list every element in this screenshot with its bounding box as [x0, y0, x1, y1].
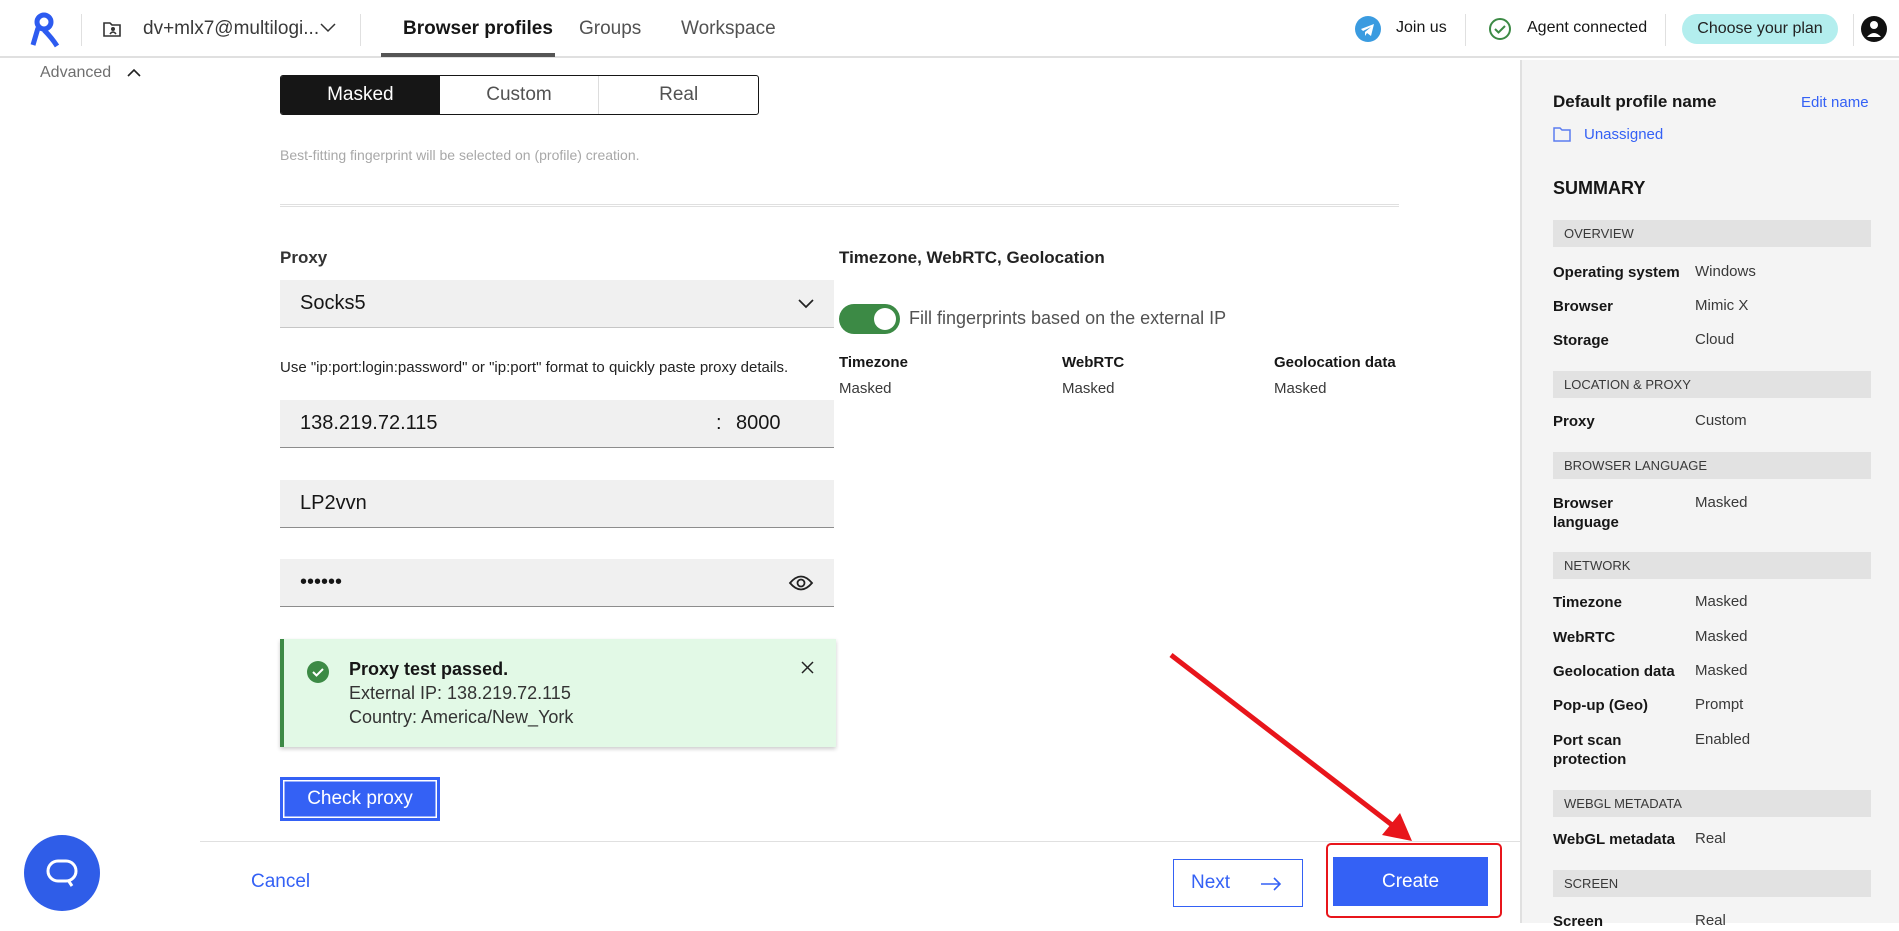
chevron-down-icon: [798, 298, 814, 308]
tab-browser-profiles[interactable]: Browser profiles: [403, 18, 553, 40]
geolocation-label: Geolocation data: [1274, 354, 1396, 371]
fingerprint-option-masked[interactable]: Masked: [281, 76, 440, 114]
section-overview: OVERVIEW: [1553, 220, 1871, 247]
cancel-button[interactable]: Cancel: [251, 871, 310, 893]
advanced-toggle[interactable]: Advanced: [40, 64, 111, 82]
proxy-login-value: LP2vvn: [300, 492, 367, 514]
browser-label: Browser: [1553, 298, 1614, 315]
folder-link[interactable]: Unassigned: [1584, 126, 1663, 143]
fingerprint-option-real[interactable]: Real: [598, 76, 758, 114]
section-webgl: WEBGL METADATA: [1553, 790, 1871, 817]
proxy-password-input[interactable]: ••••••: [280, 559, 834, 607]
fill-fingerprints-label: Fill fingerprints based on the external …: [909, 308, 1227, 328]
user-avatar-icon[interactable]: [1860, 15, 1888, 43]
os-value: Windows: [1695, 263, 1756, 280]
eye-icon[interactable]: [788, 574, 814, 592]
chevron-up-icon[interactable]: [127, 68, 141, 78]
top-nav: dv+mlx7@multilogi... Browser profiles Gr…: [0, 0, 1899, 58]
chat-bubble-icon: [46, 859, 78, 887]
proxy-type-select[interactable]: Socks5: [280, 280, 834, 328]
proxy-type-value: Socks5: [300, 292, 366, 314]
section-browser-language: BROWSER LANGUAGE: [1553, 452, 1871, 479]
geolocation-summary-label: Geolocation data: [1553, 663, 1675, 680]
webrtc-summary-value: Masked: [1695, 628, 1748, 645]
profile-name: Default profile name: [1553, 92, 1717, 111]
port-scan-label: Port scan protection: [1553, 732, 1627, 768]
tab-groups[interactable]: Groups: [579, 18, 641, 40]
edit-name-link[interactable]: Edit name: [1801, 94, 1869, 111]
storage-value: Cloud: [1695, 331, 1735, 348]
proxy-test-notification: Proxy test passed. External IP: 138.219.…: [280, 639, 836, 747]
folder-icon: [1553, 127, 1571, 142]
check-circle-icon: [1489, 18, 1511, 40]
section-location-proxy: LOCATION & PROXY: [1553, 371, 1871, 398]
language-label: Browser language: [1553, 495, 1619, 531]
country: Country: America/New_York: [349, 707, 574, 727]
external-ip: External IP: 138.219.72.115: [349, 683, 571, 703]
proxy-label: Proxy: [280, 248, 328, 267]
timezone-summary-label: Timezone: [1553, 594, 1622, 611]
success-icon: [307, 661, 329, 683]
join-us-link[interactable]: Join us: [1396, 19, 1447, 37]
tab-workspace[interactable]: Workspace: [681, 18, 776, 40]
active-tab-indicator: [381, 53, 555, 57]
proxy-summary-value: Custom: [1695, 412, 1747, 429]
telegram-icon[interactable]: [1355, 16, 1381, 42]
proxy-summary-label: Proxy: [1553, 413, 1595, 430]
proxy-port-input[interactable]: 8000: [736, 412, 781, 435]
fill-fingerprints-toggle[interactable]: [839, 304, 900, 334]
proxy-password-value: ••••••: [300, 571, 343, 593]
fingerprint-mode-switcher: Masked Custom Real: [280, 75, 759, 115]
webrtc-value: Masked: [1062, 380, 1115, 397]
summary-title: SUMMARY: [1553, 178, 1646, 198]
multilogin-logo-icon[interactable]: [30, 12, 60, 48]
browser-value: Mimic X: [1695, 297, 1749, 314]
webrtc-summary-label: WebRTC: [1553, 629, 1616, 646]
timezone-value: Masked: [839, 380, 892, 397]
section-screen: SCREEN: [1553, 870, 1871, 897]
screen-value: Real: [1695, 912, 1726, 929]
account-selector[interactable]: dv+mlx7@multilogi...: [143, 18, 319, 40]
language-value: Masked: [1695, 494, 1748, 511]
check-proxy-button[interactable]: Check proxy: [280, 777, 440, 821]
section-network: NETWORK: [1553, 552, 1871, 579]
chat-support-button[interactable]: [24, 835, 100, 911]
chevron-down-icon[interactable]: [320, 22, 336, 34]
summary-sidebar: Default profile name Edit name Unassigne…: [1520, 60, 1899, 930]
fingerprint-option-custom[interactable]: Custom: [440, 76, 599, 114]
webrtc-label: WebRTC: [1062, 354, 1125, 371]
folder-user-icon: [103, 22, 121, 37]
host-port-separator: :: [716, 412, 722, 434]
notification-title: Proxy test passed.: [349, 659, 509, 679]
port-scan-value: Enabled: [1695, 731, 1751, 748]
geo-section-title: Timezone, WebRTC, Geolocation: [839, 248, 1105, 267]
webgl-value: Real: [1695, 830, 1726, 847]
fingerprint-hint: Best-fitting fingerprint will be selecte…: [280, 147, 640, 163]
section-divider: [280, 204, 1399, 207]
os-label: Operating system: [1553, 264, 1680, 281]
arrow-right-icon: [1261, 877, 1282, 891]
proxy-help-text: Use "ip:port:login:password" or "ip:port…: [280, 359, 789, 376]
proxy-host-value: 138.219.72.115: [300, 412, 438, 434]
timezone-summary-value: Masked: [1695, 593, 1748, 610]
agent-status: Agent connected: [1527, 19, 1648, 36]
timezone-label: Timezone: [839, 354, 908, 371]
choose-plan-button[interactable]: Choose your plan: [1682, 14, 1838, 44]
next-button[interactable]: Next: [1173, 859, 1303, 907]
popup-geo-value: Prompt: [1695, 696, 1744, 713]
webgl-label: WebGL metadata: [1553, 831, 1675, 848]
close-icon[interactable]: [801, 661, 814, 674]
geolocation-summary-value: Masked: [1695, 662, 1748, 679]
storage-label: Storage: [1553, 332, 1609, 349]
popup-geo-label: Pop-up (Geo): [1553, 697, 1648, 714]
next-label: Next: [1191, 872, 1231, 893]
proxy-host-input[interactable]: 138.219.72.115 : 8000: [280, 400, 834, 448]
create-highlight-annotation: [1326, 843, 1502, 918]
geolocation-value: Masked: [1274, 380, 1327, 397]
footer-bar: [200, 841, 1520, 923]
proxy-login-input[interactable]: LP2vvn: [280, 480, 834, 528]
screen-label: Screen: [1553, 913, 1604, 930]
